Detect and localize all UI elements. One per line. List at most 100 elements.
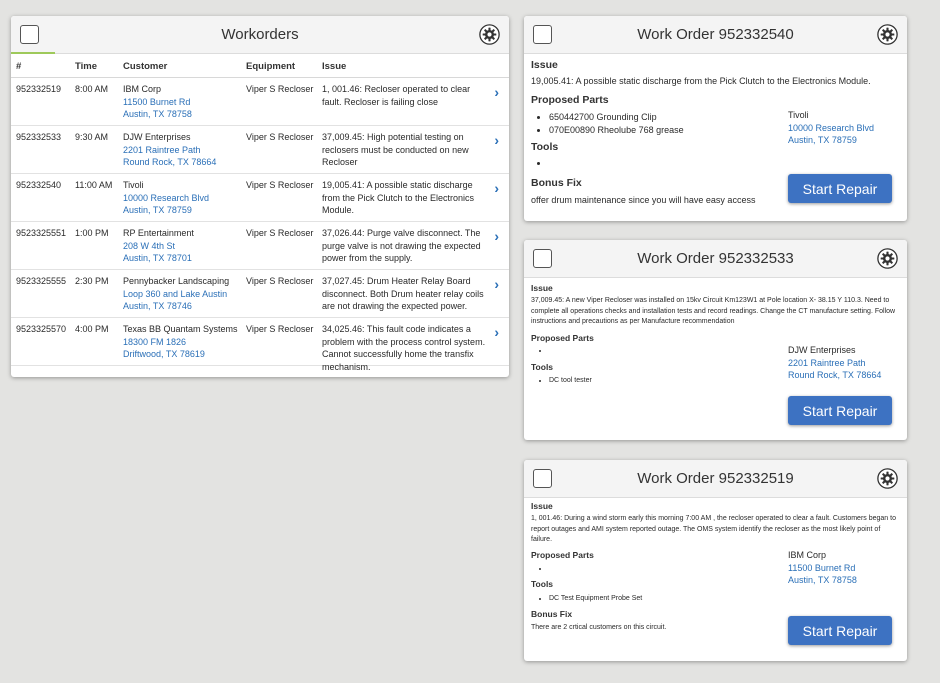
chevron-right-icon[interactable]: › [494,325,499,338]
column-header-issue[interactable]: Issue [322,61,346,72]
gear-icon[interactable] [877,24,898,45]
table-row[interactable]: 952332540 11:00 AM Tivoli 10000 Research Bl… [11,174,509,222]
workorder-time: 4:00 PM [75,324,109,334]
detail-header: Work Order 952332533 [524,240,907,278]
panel-title: Workorders [221,26,299,43]
table-row[interactable]: 952332533 9:30 AM DJW Enterprises 2201 Rain… [11,126,509,174]
address-line-1[interactable]: 18300 FM 1826 [123,336,245,349]
tools-list [529,158,549,168]
table-row[interactable]: 952332519 8:00 AM IBM Corp 11500 Burnet Rd A… [11,78,509,126]
issue-text: 37,009.45: A new Viper Recloser was inst… [531,297,896,325]
customer-name: IBM Corp [123,84,162,94]
customer-name: DJW Enterprises [788,345,856,355]
customer-block: DJW Enterprises 2201 Raintree Path Round… [788,344,881,382]
detail-title: Work Order 952332533 [637,250,794,267]
column-header-number[interactable]: # [16,61,21,72]
workorder-customer: RP Entertainment 208 W 4th St Austin, TX 7… [123,227,245,265]
list-item: DC tool tester [549,376,592,387]
workorder-time: 2:30 PM [75,276,109,286]
bonus-fix-text: There are 2 crtical customers on this ci… [531,624,667,631]
table-row[interactable]: 9523325570 4:00 PM Texas BB Quantam System… [11,318,509,372]
address-line-2[interactable]: Austin, TX 78701 [123,252,245,265]
address-line-2[interactable]: Austin, TX 78746 [123,300,245,313]
workorder-number: 952332533 [16,132,62,142]
workorder-number: 9523325555 [16,276,67,286]
proposed-parts-list [529,346,549,357]
issue-text: 1, 001.46: During a wind storm early thi… [531,515,896,543]
work-order-detail-952332519: Work Order 952332519 Issue 1, 001.46: Du… [524,460,907,661]
workorder-number: 952332540 [16,180,62,190]
address-line-1[interactable]: 208 W 4th St [123,240,245,253]
customer-name: Pennybacker Landscaping [123,276,230,286]
workorder-equipment: Viper S Recloser [246,276,314,286]
address-line-2[interactable]: Austin, TX 78758 [123,108,245,121]
chevron-right-icon[interactable]: › [494,229,499,242]
gear-icon[interactable] [877,468,898,489]
workorder-time: 1:00 PM [75,228,109,238]
workorder-issue: 34,025.46: This fault code indicates a p… [322,324,486,372]
address-line-1[interactable]: 2201 Raintree Path [788,357,881,370]
detail-header: Work Order 952332519 [524,460,907,498]
chevron-right-icon[interactable]: › [494,181,499,194]
address-line-2[interactable]: Austin, TX 78758 [788,574,857,587]
address-line-2[interactable]: Round Rock, TX 78664 [788,369,881,382]
detail-header: Work Order 952332540 [524,16,907,54]
customer-name: Texas BB Quantam Systems [123,324,238,334]
workorder-customer: DJW Enterprises 2201 Raintree Path Round R… [123,131,245,169]
workorder-time: 9:30 AM [75,132,109,142]
chevron-right-icon[interactable]: › [494,85,499,98]
table-row[interactable]: 9523325555 2:30 PM Pennybacker Landscaping… [11,270,509,318]
customer-name: Tivoli [788,110,809,120]
tools-label: Tools [531,362,554,372]
workorder-time: 11:00 AM [75,180,113,190]
work-order-detail-952332533: Work Order 952332533 Issue 37,009.45: A … [524,240,907,440]
gear-icon[interactable] [479,24,500,45]
start-repair-button[interactable]: Start Repair [788,174,892,203]
issue-label: Issue [531,59,558,71]
column-header-time[interactable]: Time [75,61,97,72]
table-header: # Time Customer Equipment Issue [11,54,509,78]
address-line-1[interactable]: 10000 Research Blvd [123,192,245,205]
address-line-1[interactable]: Loop 360 and Lake Austin [123,288,245,301]
workorder-customer: Texas BB Quantam Systems 18300 FM 1826 Dri… [123,323,245,361]
tools-label: Tools [531,579,554,589]
customer-name: IBM Corp [788,550,827,560]
bonus-fix-text: offer drum maintenance since you will ha… [531,195,756,205]
workorder-equipment: Viper S Recloser [246,132,314,142]
column-header-customer[interactable]: Customer [123,61,167,72]
gear-icon[interactable] [877,248,898,269]
proposed-parts-label: Proposed Parts [531,94,609,106]
workorder-equipment: Viper S Recloser [246,84,314,94]
detail-title: Work Order 952332519 [637,470,794,487]
workorder-issue: 19,005.41: A possible static discharge f… [322,180,475,215]
table-row[interactable]: 9523325551 1:00 PM RP Entertainment 208 W 4… [11,222,509,270]
chevron-right-icon[interactable]: › [494,277,499,290]
proposed-parts-label: Proposed Parts [531,550,594,560]
workorder-issue: 37,027.45: Drum Heater Relay Board disco… [322,276,484,311]
proposed-parts-list [529,564,549,575]
work-order-detail-952332540: Work Order 952332540 Issue 19,005.41: A … [524,16,907,221]
address-line-1[interactable]: 2201 Raintree Path [123,144,245,157]
workorder-number: 9523325570 [16,324,67,334]
address-line-2[interactable]: Driftwood, TX 78619 [123,348,245,361]
column-header-equipment[interactable]: Equipment [246,61,295,72]
list-item: DC Test Equipment Probe Set [549,594,642,605]
address-line-2[interactable]: Austin, TX 78759 [123,204,245,217]
workorders-header: Workorders [11,16,509,54]
start-repair-button[interactable]: Start Repair [788,396,892,425]
address-line-1[interactable]: 11500 Burnet Rd [788,562,857,575]
customer-name: DJW Enterprises [123,132,191,142]
proposed-parts-list: 650442700 Grounding Clip 070E00890 Rheol… [529,111,684,137]
workorder-number: 9523325551 [16,228,67,238]
address-line-2[interactable]: Round Rock, TX 78664 [123,156,245,169]
address-line-1[interactable]: 10000 Research Blvd [788,122,874,135]
address-line-1[interactable]: 11500 Burnet Rd [123,96,245,109]
chevron-right-icon[interactable]: › [494,133,499,146]
workorders-panel: Workorders # Time Customer Equipment Iss… [11,16,509,377]
workorder-time: 8:00 AM [75,84,109,94]
address-line-2[interactable]: Austin, TX 78759 [788,134,874,147]
workorder-issue: 37,026.44: Purge valve disconnect. The p… [322,228,481,263]
customer-name: Tivoli [123,180,144,190]
start-repair-button[interactable]: Start Repair [788,616,892,645]
workorder-rows: 952332519 8:00 AM IBM Corp 11500 Burnet Rd A… [11,78,509,372]
